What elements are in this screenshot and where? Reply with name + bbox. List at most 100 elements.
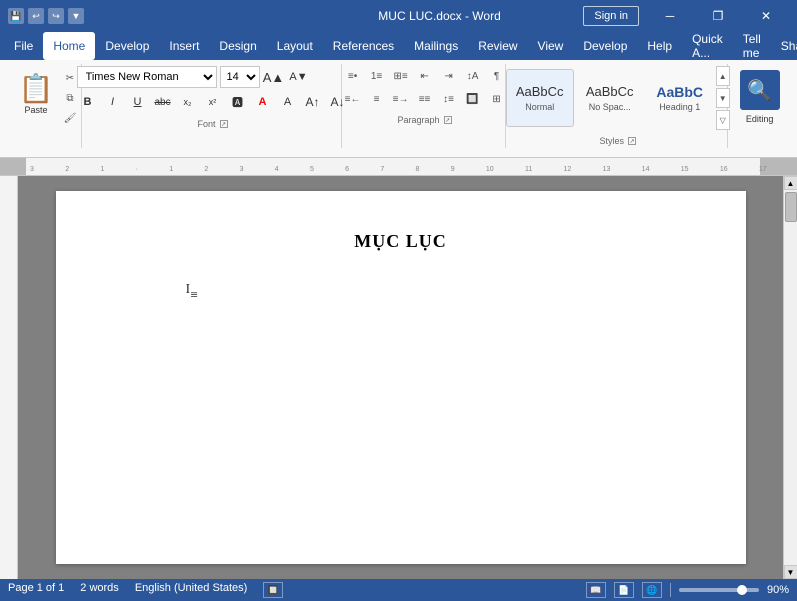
undo-icon[interactable]: ↩: [28, 8, 44, 24]
multilevel-button[interactable]: ⊞≡: [390, 66, 412, 86]
document-heading: MỤC LỤC: [136, 231, 666, 252]
ribbon-paragraph-group: ≡• 1≡ ⊞≡ ⇤ ⇥ ↕A ¶ ≡← ≡ ≡→ ≡≡ ↕≡ 🔲 ⊞: [344, 64, 506, 148]
superscript-button[interactable]: x²: [202, 91, 224, 113]
style-heading1[interactable]: AaBbC Heading 1: [646, 69, 714, 127]
minimize-button[interactable]: ─: [647, 0, 693, 32]
italic-button[interactable]: I: [102, 91, 124, 113]
title-bar-left: 💾 ↩ ↪ ▼: [8, 8, 296, 24]
menu-quick-access[interactable]: Quick A...: [682, 32, 733, 60]
ribbon-font-group: Times New Roman 14 A▲ A▼ B I U abc x₂ x²…: [84, 64, 342, 148]
font-group-label: Font ↗: [198, 117, 228, 129]
highlight-button[interactable]: A: [277, 91, 299, 113]
read-mode-button[interactable]: 📖: [586, 582, 606, 598]
scroll-down-button[interactable]: ▼: [784, 565, 797, 579]
paragraph-controls: ≡• 1≡ ⊞≡ ⇤ ⇥ ↕A ¶ ≡← ≡ ≡→ ≡≡ ↕≡ 🔲 ⊞: [342, 66, 508, 113]
style-normal-label: Normal: [525, 102, 554, 112]
zoom-thumb[interactable]: [737, 585, 747, 595]
styles-scroll-down[interactable]: ▼: [716, 88, 730, 108]
style-no-spacing[interactable]: AaBbCc No Spac...: [576, 69, 644, 127]
title-bar-app-icons: 💾 ↩ ↪ ▼: [8, 8, 84, 24]
underline-button[interactable]: U: [127, 91, 149, 113]
paragraph-expand-button[interactable]: ↗: [444, 116, 452, 124]
ribbon-editing-group: 🔍 Editing: [730, 64, 789, 148]
styles-scroll-up[interactable]: ▲: [716, 66, 730, 86]
para-top-row: ≡• 1≡ ⊞≡ ⇤ ⇥ ↕A ¶: [342, 66, 508, 86]
zoom-slider[interactable]: [679, 588, 759, 592]
close-button[interactable]: ✕: [743, 0, 789, 32]
menu-layout[interactable]: Layout: [267, 32, 323, 60]
styles-expand-button[interactable]: ↗: [628, 137, 636, 145]
sign-in-button[interactable]: Sign in: [583, 6, 639, 26]
style-no-spacing-preview: AaBbCc: [586, 84, 634, 100]
menu-help[interactable]: Help: [637, 32, 682, 60]
sort-button[interactable]: ↕A: [462, 66, 484, 86]
align-left-button[interactable]: ≡←: [342, 89, 364, 109]
shading-button[interactable]: 🔲: [462, 89, 484, 109]
menu-view[interactable]: View: [528, 32, 574, 60]
menu-develop2[interactable]: Develop: [573, 32, 637, 60]
status-left: Page 1 of 1 2 words English (United Stat…: [8, 582, 570, 598]
styles-scroll: ▲ ▼ ▽: [716, 66, 730, 130]
decrease-font-button[interactable]: A▼: [288, 66, 310, 88]
increase-indent-button[interactable]: ⇥: [438, 66, 460, 86]
clear-format-button[interactable]: 🅰: [227, 91, 249, 113]
show-marks-button[interactable]: ¶: [486, 66, 508, 86]
font-color-button[interactable]: A: [252, 91, 274, 113]
menu-insert[interactable]: Insert: [159, 32, 209, 60]
styles-group-label: Styles ↗: [599, 134, 636, 146]
menu-tell-me[interactable]: Tell me: [733, 32, 771, 60]
document-title: MUC LUC.docx - Word: [296, 9, 584, 23]
word-count: 2 words: [80, 582, 119, 598]
bullets-button[interactable]: ≡•: [342, 66, 364, 86]
more-icon[interactable]: ▼: [68, 8, 84, 24]
strikethrough-button[interactable]: abc: [152, 91, 174, 113]
scroll-up-button[interactable]: ▲: [784, 176, 797, 190]
styles-expand[interactable]: ▽: [716, 110, 730, 130]
bold-button[interactable]: B: [77, 91, 99, 113]
redo-icon[interactable]: ↪: [48, 8, 64, 24]
numbering-button[interactable]: 1≡: [366, 66, 388, 86]
menu-mailings[interactable]: Mailings: [404, 32, 468, 60]
horizontal-ruler: 321· 1234 5678 9101112 1314151617: [0, 158, 797, 176]
menu-references[interactable]: References: [323, 32, 404, 60]
align-right-button[interactable]: ≡→: [390, 89, 412, 109]
font-family-select[interactable]: Times New Roman: [77, 66, 217, 88]
decrease-indent-button[interactable]: ⇤: [414, 66, 436, 86]
increase-font-button[interactable]: A▲: [263, 66, 285, 88]
font-expand-button[interactable]: ↗: [220, 120, 228, 128]
font-size-up2[interactable]: A↑: [302, 91, 324, 113]
doc-cursor-area: I ≡: [136, 282, 666, 342]
menu-design[interactable]: Design: [209, 32, 266, 60]
ruler-numbers: 321· 1234 5678 9101112 1314151617: [30, 166, 767, 173]
line-spacing-button[interactable]: ↕≡: [438, 89, 460, 109]
menu-file[interactable]: File: [4, 32, 43, 60]
save-icon[interactable]: 💾: [8, 8, 24, 24]
menu-home[interactable]: Home: [43, 32, 95, 60]
ribbon: 📋 Paste ✂ ⧉ 🖌 Times New Roman 14: [0, 60, 797, 158]
search-big-button[interactable]: 🔍: [740, 70, 780, 110]
subscript-button[interactable]: x₂: [177, 91, 199, 113]
print-layout-button[interactable]: 📄: [614, 582, 634, 598]
web-layout-button[interactable]: 🌐: [642, 582, 662, 598]
title-bar: 💾 ↩ ↪ ▼ MUC LUC.docx - Word Sign in ─ ❐ …: [0, 0, 797, 32]
font-size-select[interactable]: 14: [220, 66, 260, 88]
style-normal[interactable]: AaBbCc Normal: [506, 69, 574, 127]
accessibility-button[interactable]: 🔲: [263, 582, 283, 598]
search-big-icon: 🔍: [747, 78, 772, 103]
justify-button[interactable]: ≡≡: [414, 89, 436, 109]
borders-button[interactable]: ⊞: [486, 89, 508, 109]
menu-share[interactable]: Share: [771, 32, 797, 60]
scroll-thumb[interactable]: [785, 192, 797, 222]
paste-icon: 📋: [19, 75, 54, 103]
styles-area: AaBbCc Normal AaBbCc No Spac... AaBbC He…: [506, 66, 730, 134]
menu-develop[interactable]: Develop: [95, 32, 159, 60]
status-bar: Page 1 of 1 2 words English (United Stat…: [0, 579, 797, 601]
paste-button[interactable]: 📋 Paste: [14, 66, 58, 124]
align-center-button[interactable]: ≡: [366, 89, 388, 109]
maximize-button[interactable]: ❐: [695, 0, 741, 32]
document-page[interactable]: MỤC LỤC I ≡: [56, 191, 746, 564]
document-area[interactable]: MỤC LỤC I ≡: [18, 176, 783, 579]
menu-review[interactable]: Review: [468, 32, 527, 60]
style-heading1-label: Heading 1: [659, 102, 700, 112]
font-bottom-row: B I U abc x₂ x² 🅰 A A A↑ A↓: [77, 91, 349, 113]
